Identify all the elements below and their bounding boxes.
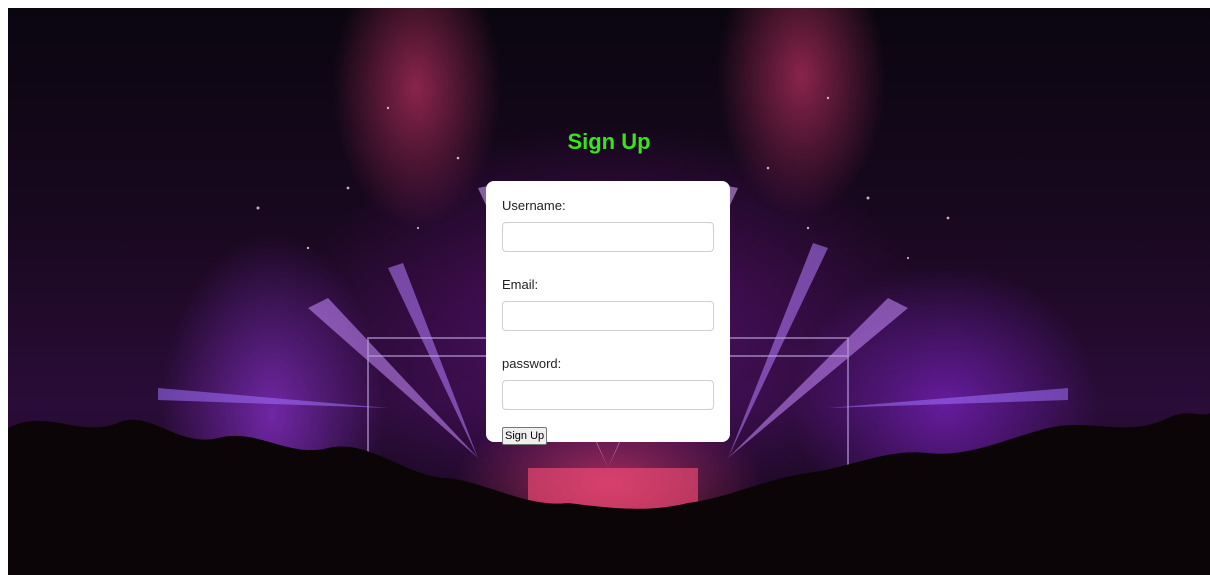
email-label: Email: (502, 277, 539, 292)
username-label: Username: (502, 198, 566, 213)
email-input[interactable] (502, 301, 714, 331)
page-title: Sign Up (567, 129, 651, 154)
sign-up-button[interactable]: Sign Up (502, 427, 548, 445)
username-input[interactable] (502, 222, 714, 252)
password-label: password: (502, 356, 562, 371)
signup-form: Username: Email: password: Sign Up (486, 181, 730, 445)
background-image: Sign Up Username: Email: password: Sign … (8, 8, 1210, 575)
password-input[interactable] (502, 380, 714, 410)
